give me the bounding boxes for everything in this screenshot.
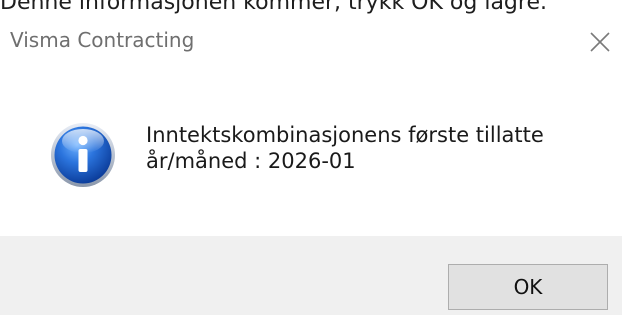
close-button[interactable] (578, 22, 622, 62)
info-icon (51, 123, 115, 187)
dialog-message: Inntektskombinasjonens første tillatte å… (146, 122, 606, 174)
dialog-title: Visma Contracting (10, 28, 195, 52)
dialog-footer: OK (0, 236, 622, 315)
dialog-titlebar: Visma Contracting (0, 14, 622, 72)
message-line-1: Inntektskombinasjonens første tillatte (146, 123, 544, 147)
message-line-2: år/måned : 2026-01 (146, 149, 356, 173)
screenshot: Denne informasjonen kommer, trykk OK og … (0, 0, 622, 315)
ok-button[interactable]: OK (448, 264, 608, 310)
message-dialog: Visma Contracting Inntektskombinasjonens… (0, 14, 622, 315)
close-icon (590, 32, 610, 52)
dialog-content: Inntektskombinasjonens første tillatte å… (0, 72, 622, 234)
